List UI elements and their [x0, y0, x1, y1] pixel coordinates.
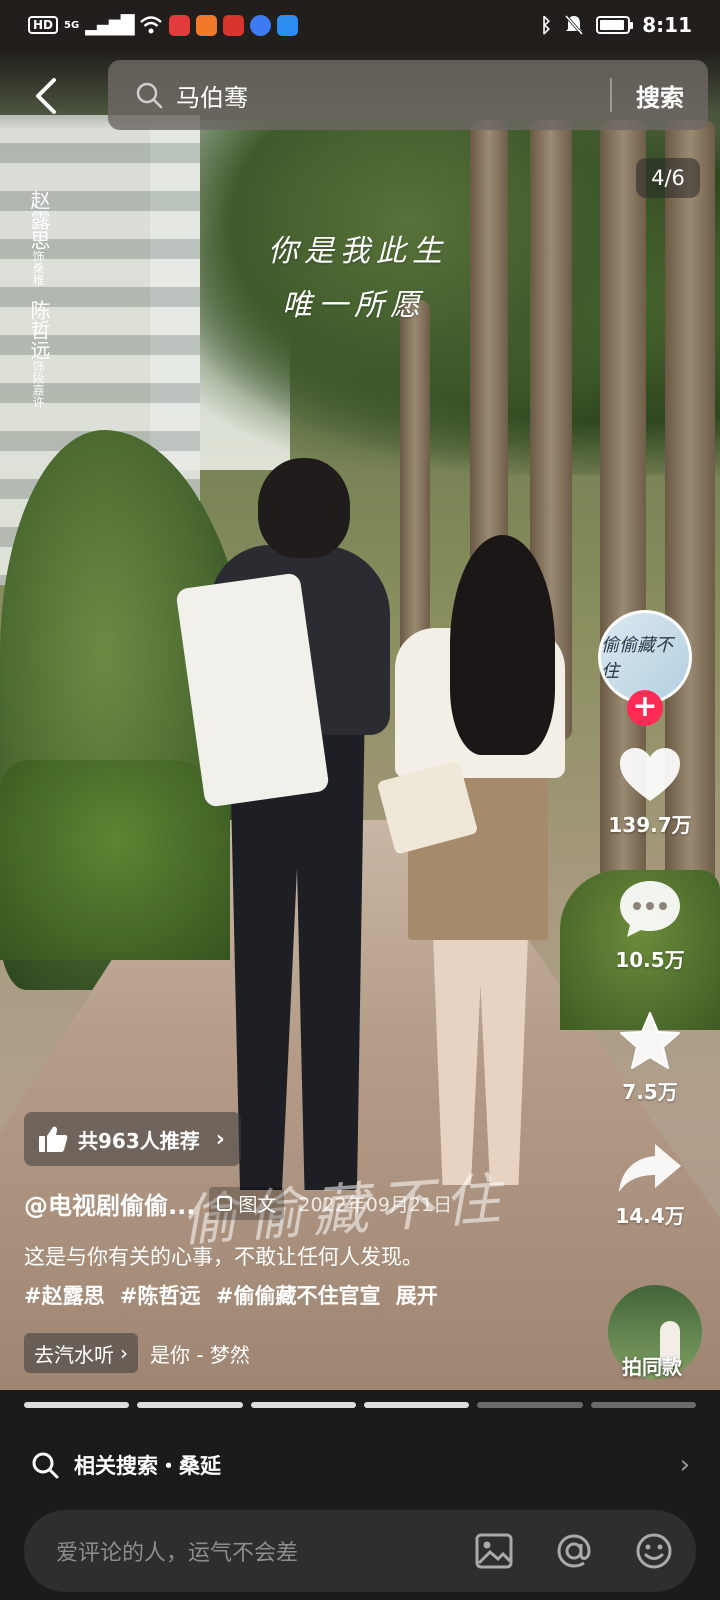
hashtags: #赵露思 #陈哲远 #偷偷藏不住官宣 展开: [24, 1280, 446, 1310]
comment-bar[interactable]: 爱评论的人，运气不会差: [24, 1510, 696, 1592]
star-icon: [620, 1012, 680, 1069]
follow-button[interactable]: +: [627, 690, 663, 726]
hashtag[interactable]: #陈哲远: [120, 1284, 201, 1308]
cast-name: 赵露思: [27, 190, 51, 250]
music-row: 去汽水听 › 是你 - 梦然: [24, 1333, 250, 1373]
comment-tools: [474, 1531, 674, 1571]
tree-trunk: [400, 300, 430, 660]
music-button[interactable]: 去汽水听 ›: [24, 1333, 138, 1373]
chevron-right-icon: ›: [679, 1450, 690, 1480]
wifi-icon: [139, 16, 162, 34]
author-line: @电视剧偷偷... 图文 2022年09月21日: [24, 1186, 452, 1221]
image-icon[interactable]: [474, 1531, 514, 1571]
progress-segment: [477, 1402, 583, 1408]
cast-role: 饰段嘉许: [31, 360, 45, 408]
hashtag[interactable]: #偷偷藏不住官宣: [216, 1284, 381, 1308]
hd-indicator: HD: [28, 16, 59, 34]
favorite-button[interactable]: 7.5万: [580, 1010, 720, 1105]
search-icon: [136, 82, 163, 109]
clock: 8:11: [642, 13, 692, 37]
music-button-label: 去汽水听: [34, 1342, 114, 1367]
status-left: HD 5G ▂▄▆█: [28, 14, 298, 36]
app-notification-icon: [222, 14, 244, 36]
share-count: 14.4万: [615, 1204, 685, 1228]
image-progress: [24, 1402, 696, 1408]
chevron-right-icon: ›: [120, 1341, 128, 1365]
back-icon: [36, 78, 56, 114]
heart-icon: [620, 748, 680, 801]
search-icon: [32, 1452, 59, 1479]
same-style-label: 拍同款: [622, 1355, 682, 1379]
at-icon[interactable]: [554, 1531, 594, 1571]
search-input[interactable]: 马伯骞: [176, 78, 610, 113]
search-bar[interactable]: 马伯骞 搜索: [108, 60, 708, 130]
network-type: 5G: [64, 19, 80, 31]
post-type: 图文: [238, 1194, 277, 1216]
related-search-label: 相关搜索・桑延: [74, 1454, 221, 1478]
post-description: 这是与你有关的心事，不敢让任何人发现。: [24, 1245, 423, 1269]
progress-segment: [250, 1402, 356, 1408]
woman-hair: [450, 535, 555, 755]
app-notification-icon: [168, 14, 190, 36]
share-icon: [619, 1144, 681, 1192]
poster-quote: 你是我此生 唯一所愿: [268, 225, 448, 333]
search-button[interactable]: 搜索: [612, 78, 708, 113]
comment-icon: [620, 881, 680, 937]
share-button[interactable]: 14.4万: [580, 1140, 720, 1229]
song-title[interactable]: 是你 - 梦然: [150, 1339, 250, 1368]
quote-line: 唯一所愿: [282, 288, 426, 323]
app-notification-icon: [195, 14, 217, 36]
post-type-tag: 图文: [209, 1187, 285, 1220]
favorite-count: 7.5万: [622, 1080, 678, 1104]
battery-icon: [596, 16, 634, 34]
hedge-left: [0, 760, 230, 960]
mute-bell-icon: [565, 15, 584, 35]
like-button[interactable]: 139.7万: [580, 745, 720, 838]
comment-count: 10.5万: [615, 948, 685, 972]
progress-segment: [24, 1402, 130, 1408]
status-bar: HD 5G ▂▄▆█ ᛒ 8:11: [0, 0, 720, 50]
expand-button[interactable]: 展开: [396, 1284, 438, 1308]
author-name[interactable]: @电视剧偷偷...: [24, 1186, 195, 1221]
status-right: ᛒ 8:11: [540, 13, 692, 37]
man-head: [258, 458, 350, 558]
app-notification-icon: [249, 14, 271, 36]
progress-segment: [137, 1402, 243, 1408]
comment-button[interactable]: 10.5万: [580, 878, 720, 973]
avatar-text: 偷偷藏不住: [601, 635, 673, 682]
progress-segment: [363, 1402, 470, 1408]
hashtag[interactable]: #赵露思: [24, 1284, 105, 1308]
back-button[interactable]: [30, 74, 70, 118]
cast-name: 陈哲远: [27, 300, 51, 360]
chevron-right-icon: ›: [215, 1126, 225, 1152]
image-text-icon: [217, 1196, 233, 1211]
recommend-count: 共963人推荐: [78, 1128, 200, 1153]
cast-credits: 赵露思 饰桑稚 陈哲远 饰段嘉许: [26, 190, 56, 408]
bluetooth-icon: ᛒ: [540, 13, 553, 37]
comment-input[interactable]: 爱评论的人，运气不会差: [56, 1535, 474, 1567]
post-date: 2022年09月21日: [298, 1194, 453, 1216]
app-notification-icon: [276, 14, 298, 36]
thumbs-up-icon: [39, 1126, 68, 1152]
battery-level: [600, 20, 624, 30]
signal-icon: ▂▄▆█: [85, 14, 134, 36]
quote-line: 你是我此生: [268, 234, 448, 269]
recommend-button[interactable]: 共963人推荐 ›: [24, 1112, 241, 1166]
like-count: 139.7万: [608, 813, 692, 837]
page-counter: 4/6: [636, 158, 700, 198]
progress-segment: [590, 1402, 696, 1408]
related-search[interactable]: 相关搜索・桑延 ›: [0, 1432, 720, 1498]
cast-role: 饰桑稚: [31, 250, 45, 286]
emoji-icon[interactable]: [634, 1531, 674, 1571]
